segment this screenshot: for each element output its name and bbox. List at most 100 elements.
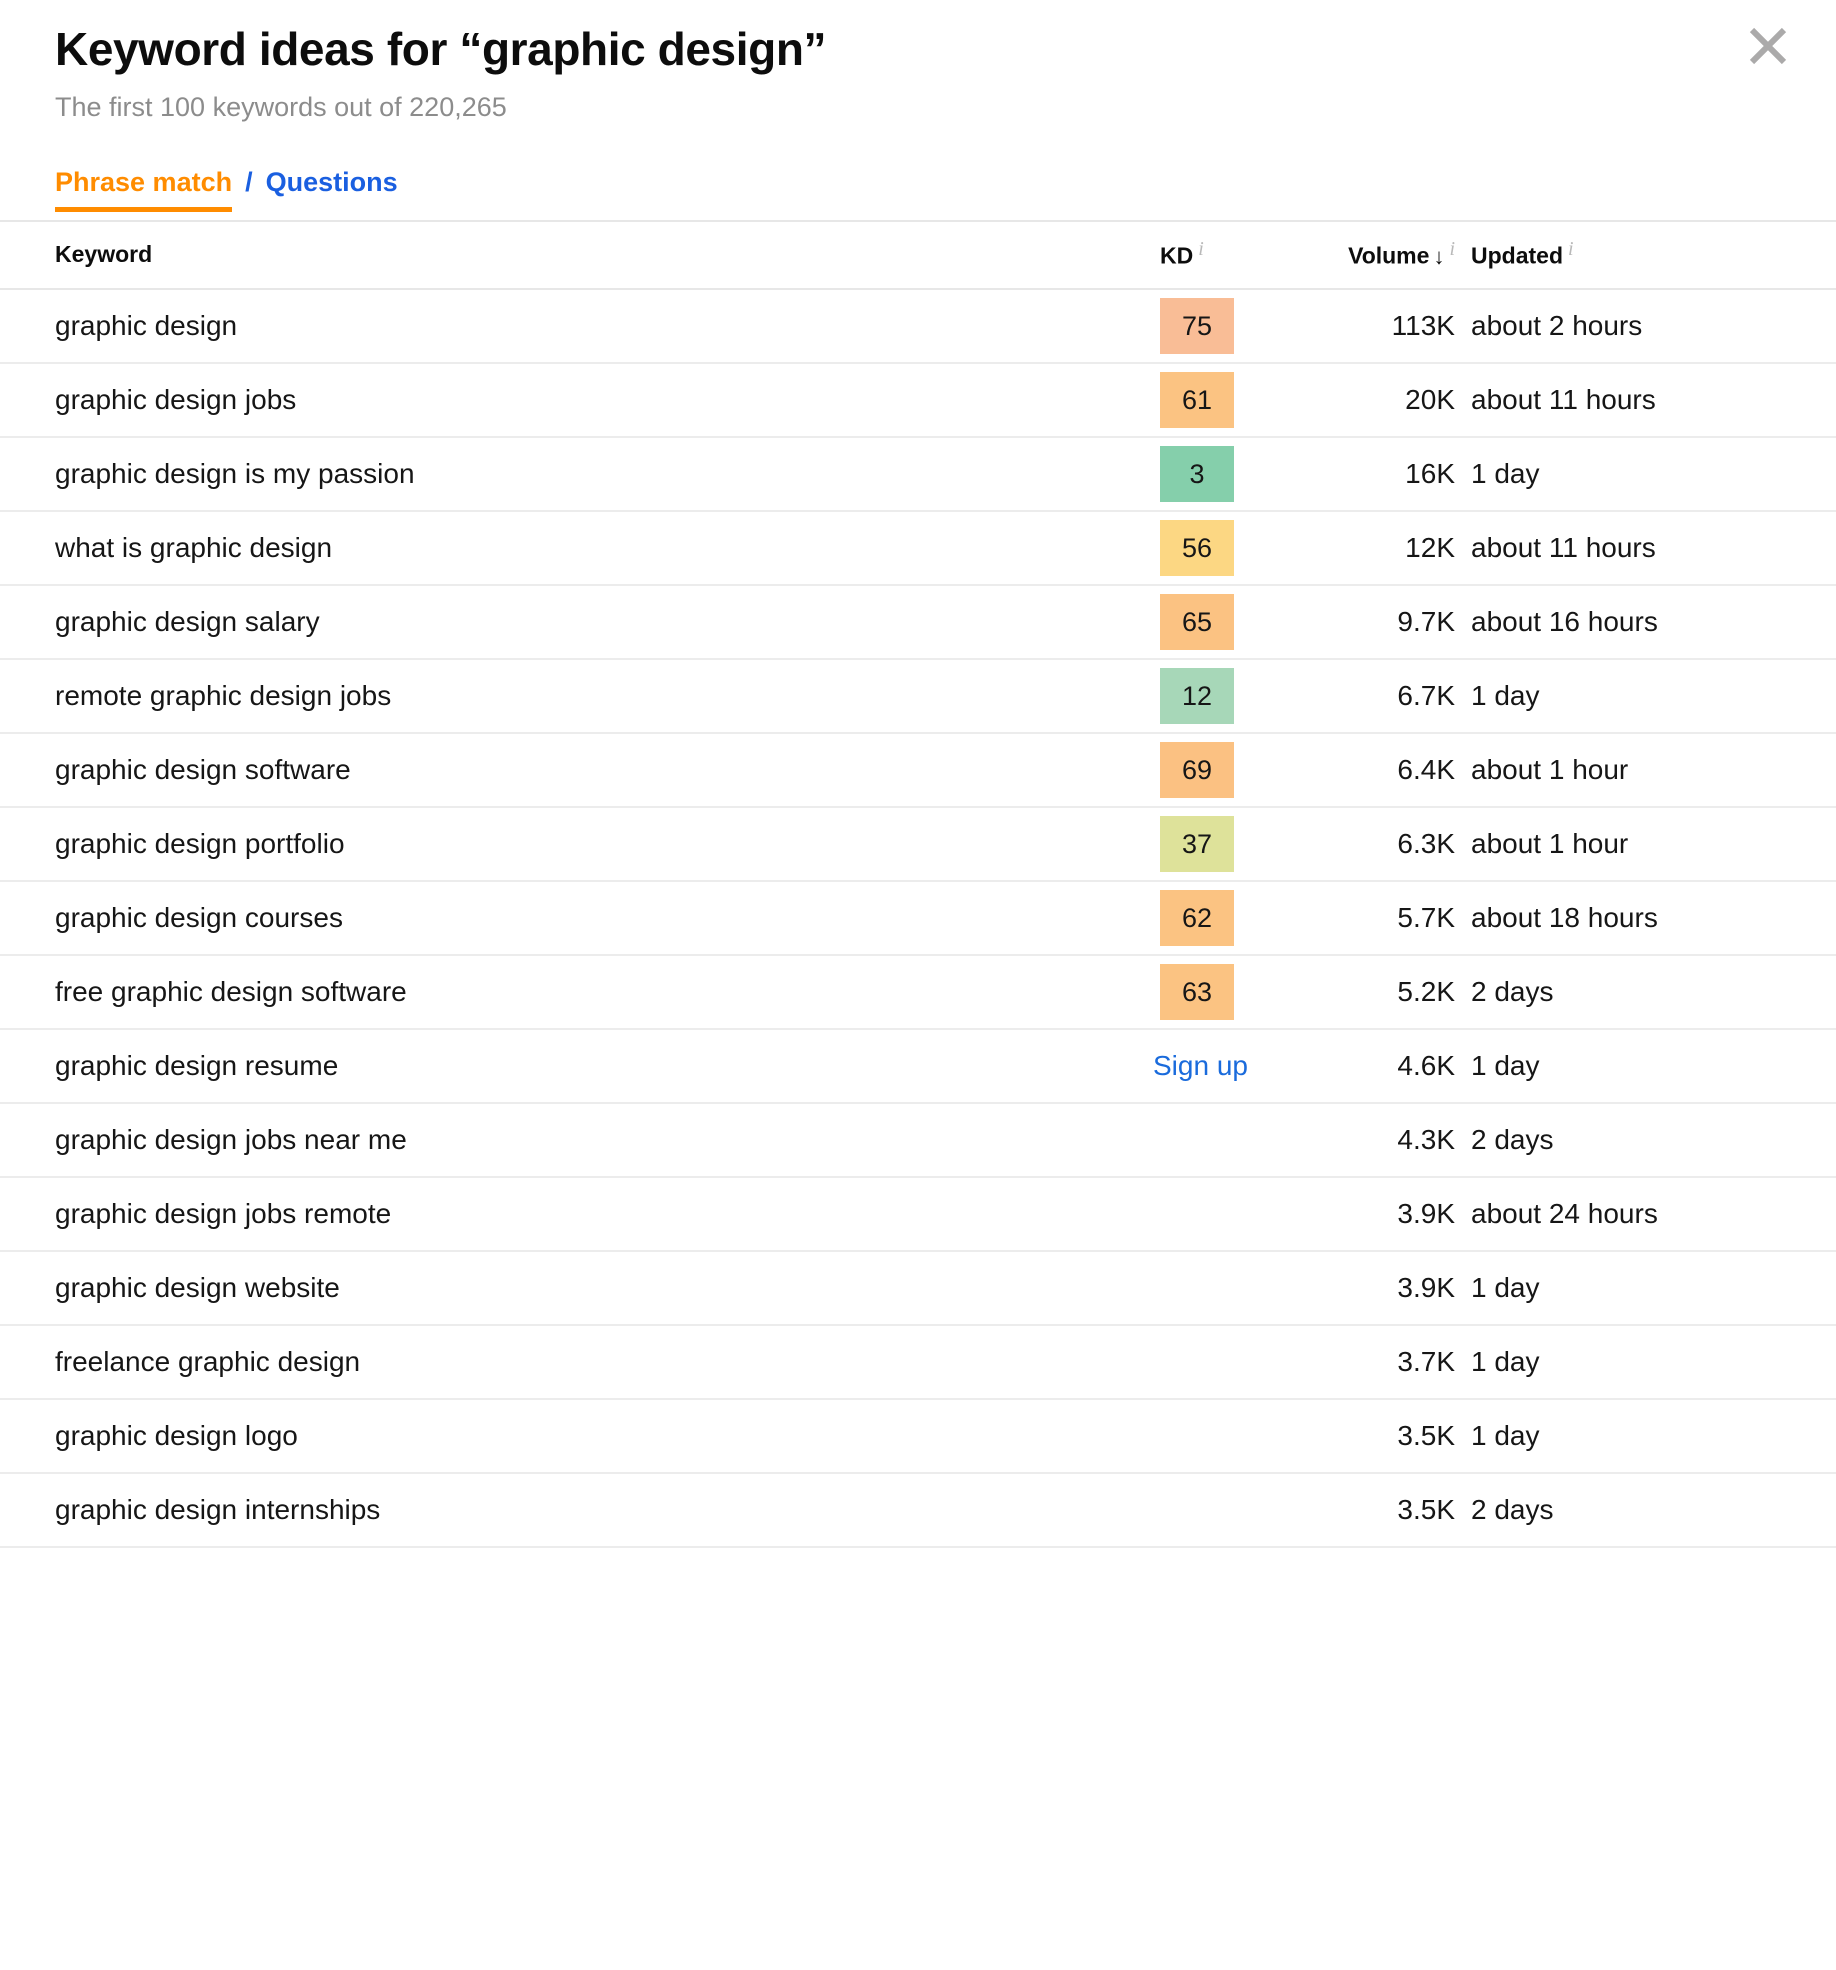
- kd-badge: 3: [1160, 446, 1234, 503]
- kd-badge: 56: [1160, 520, 1234, 577]
- column-header-updated[interactable]: Updated i: [1455, 220, 1836, 291]
- keyword-cell[interactable]: graphic design internships: [0, 1473, 1150, 1549]
- tab-phrase-match-label: Phrase match: [55, 167, 233, 198]
- column-header-volume[interactable]: Volume ↓ i: [1310, 220, 1455, 291]
- tab-separator: /: [245, 167, 253, 198]
- volume-cell: 6.7K: [1310, 659, 1455, 735]
- tab-phrase-match[interactable]: Phrase match: [55, 167, 233, 213]
- updated-cell: about 11 hours: [1455, 511, 1836, 587]
- kd-cell: 12: [1150, 659, 1310, 735]
- volume-cell: 5.2K: [1310, 955, 1455, 1031]
- kd-badge: 69: [1160, 742, 1234, 799]
- updated-cell: about 1 hour: [1455, 733, 1836, 809]
- updated-cell: about 16 hours: [1455, 585, 1836, 661]
- column-header-kd[interactable]: KD i: [1150, 220, 1310, 291]
- updated-cell: 1 day: [1455, 659, 1836, 735]
- close-icon[interactable]: [1738, 16, 1798, 76]
- table-header-row: Keyword KD i Volume ↓ i Updated i: [0, 220, 1836, 291]
- keyword-cell[interactable]: graphic design software: [0, 733, 1150, 809]
- table-row[interactable]: graphic design jobs remote 3.9K about 24 h…: [0, 1177, 1836, 1253]
- kd-cell: 3: [1150, 437, 1310, 513]
- table-row[interactable]: graphic design logo 3.5K 1 day: [0, 1399, 1836, 1475]
- keyword-cell[interactable]: graphic design jobs near me: [0, 1103, 1150, 1179]
- kd-badge: 62: [1160, 890, 1234, 947]
- column-header-kd-label: KD: [1160, 243, 1194, 270]
- updated-cell: about 2 hours: [1455, 289, 1836, 365]
- keyword-cell[interactable]: graphic design: [0, 289, 1150, 365]
- table-row[interactable]: graphic design salary 65 9.7K about 16 hour…: [0, 585, 1836, 661]
- volume-cell: 5.7K: [1310, 881, 1455, 957]
- column-header-keyword[interactable]: Keyword: [0, 220, 1150, 291]
- table-row[interactable]: graphic design resume Sign up 4.6K 1 day: [0, 1029, 1836, 1105]
- column-header-volume-label: Volume: [1348, 243, 1430, 270]
- keyword-cell[interactable]: graphic design jobs: [0, 363, 1150, 439]
- sort-descending-icon[interactable]: ↓: [1433, 244, 1444, 269]
- volume-cell: 3.9K: [1310, 1251, 1455, 1327]
- keyword-cell[interactable]: graphic design jobs remote: [0, 1177, 1150, 1253]
- keyword-cell[interactable]: what is graphic design: [0, 511, 1150, 587]
- column-header-keyword-label: Keyword: [55, 240, 153, 267]
- table-row[interactable]: graphic design jobs near me 4.3K 2 days: [0, 1103, 1836, 1179]
- keyword-cell[interactable]: graphic design is my passion: [0, 437, 1150, 513]
- page-subtitle: The first 100 keywords out of 220,265: [55, 92, 507, 123]
- info-icon-volume[interactable]: i: [1449, 238, 1455, 260]
- tab-bar: Phrase match / Questions: [0, 167, 1836, 213]
- kd-badge: 61: [1160, 372, 1234, 429]
- kd-cell: [1150, 1325, 1310, 1401]
- keyword-cell[interactable]: graphic design portfolio: [0, 807, 1150, 883]
- kd-cell: [1150, 1251, 1310, 1327]
- volume-cell: 9.7K: [1310, 585, 1455, 661]
- table-row[interactable]: graphic design website 3.9K 1 day: [0, 1251, 1836, 1327]
- kd-cell: 69: [1150, 733, 1310, 809]
- kd-cell: [1150, 1103, 1310, 1179]
- tab-questions-label: Questions: [265, 167, 398, 198]
- table-row[interactable]: graphic design jobs 61 20K about 11 hours: [0, 363, 1836, 439]
- kd-cell: 56: [1150, 511, 1310, 587]
- updated-cell: 1 day: [1455, 1251, 1836, 1327]
- keyword-ideas-panel: Keyword ideas for “graphic design” The f…: [0, 0, 1836, 1970]
- sign-up-link[interactable]: Sign up: [1153, 1049, 1248, 1083]
- volume-cell: 4.3K: [1310, 1103, 1455, 1179]
- kd-cell: [1150, 1473, 1310, 1549]
- volume-cell: 6.4K: [1310, 733, 1455, 809]
- volume-cell: 4.6K: [1310, 1029, 1455, 1105]
- keyword-cell[interactable]: freelance graphic design: [0, 1325, 1150, 1401]
- volume-cell: 16K: [1310, 437, 1455, 513]
- updated-cell: about 11 hours: [1455, 363, 1836, 439]
- table-row[interactable]: what is graphic design 56 12K about 11 hour…: [0, 511, 1836, 587]
- table-row[interactable]: graphic design internships 3.5K 2 days: [0, 1473, 1836, 1549]
- panel-header: Keyword ideas for “graphic design” The f…: [0, 0, 1836, 125]
- table-row[interactable]: graphic design is my passion 3 16K 1 day: [0, 437, 1836, 513]
- keyword-cell[interactable]: free graphic design software: [0, 955, 1150, 1031]
- table-row[interactable]: graphic design courses 62 5.7K about 18 hou…: [0, 881, 1836, 957]
- keyword-cell[interactable]: graphic design logo: [0, 1399, 1150, 1475]
- keyword-cell[interactable]: graphic design salary: [0, 585, 1150, 661]
- updated-cell: 1 day: [1455, 1399, 1836, 1475]
- kd-cell: 63: [1150, 955, 1310, 1031]
- updated-cell: 1 day: [1455, 1029, 1836, 1105]
- kd-cell: 75: [1150, 289, 1310, 365]
- info-icon-kd[interactable]: i: [1198, 238, 1204, 260]
- updated-cell: 2 days: [1455, 1473, 1836, 1549]
- table-row[interactable]: graphic design portfolio 37 6.3K about 1 ho…: [0, 807, 1836, 883]
- table-row[interactable]: graphic design 75 113K about 2 hours: [0, 289, 1836, 365]
- table-row[interactable]: graphic design software 69 6.4K about 1 hou…: [0, 733, 1836, 809]
- updated-cell: 2 days: [1455, 955, 1836, 1031]
- volume-cell: 3.9K: [1310, 1177, 1455, 1253]
- tab-questions[interactable]: Questions: [266, 169, 398, 212]
- table-body: graphic design 75 113K about 2 hours graphic…: [0, 289, 1836, 1549]
- updated-cell: about 24 hours: [1455, 1177, 1836, 1253]
- updated-cell: 1 day: [1455, 437, 1836, 513]
- table-row[interactable]: freelance graphic design 3.7K 1 day: [0, 1325, 1836, 1401]
- volume-cell: 3.5K: [1310, 1399, 1455, 1475]
- volume-cell: 12K: [1310, 511, 1455, 587]
- kd-badge: 65: [1160, 594, 1234, 651]
- info-icon-updated[interactable]: i: [1568, 238, 1574, 260]
- table-row[interactable]: remote graphic design jobs 12 6.7K 1 day: [0, 659, 1836, 735]
- kd-badge: 12: [1160, 668, 1234, 725]
- keyword-cell[interactable]: graphic design resume: [0, 1029, 1150, 1105]
- keyword-cell[interactable]: graphic design website: [0, 1251, 1150, 1327]
- keyword-cell[interactable]: remote graphic design jobs: [0, 659, 1150, 735]
- keyword-cell[interactable]: graphic design courses: [0, 881, 1150, 957]
- table-row[interactable]: free graphic design software 63 5.2K 2 days: [0, 955, 1836, 1031]
